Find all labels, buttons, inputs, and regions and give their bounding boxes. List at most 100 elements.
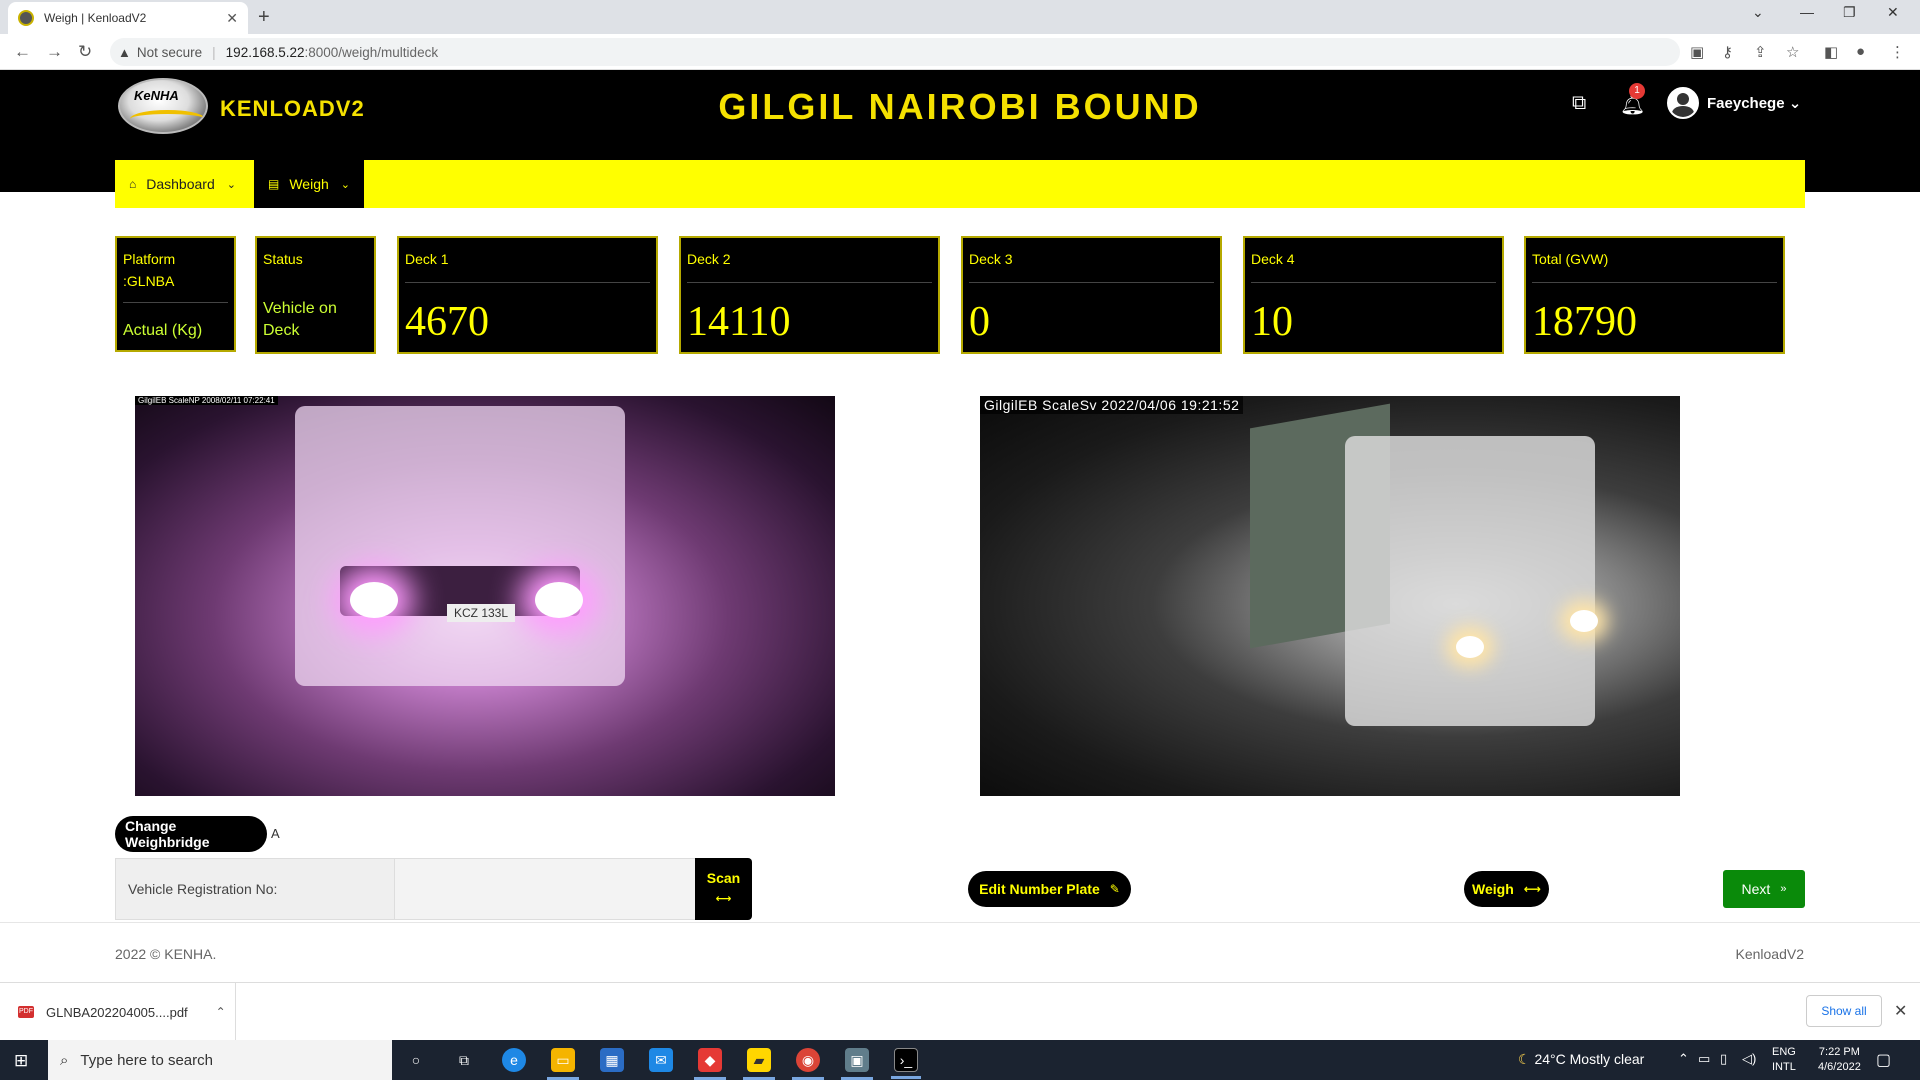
action-center-icon[interactable]: ▢: [1876, 1050, 1891, 1070]
headlight-right: [1570, 610, 1598, 632]
menu-item-weigh[interactable]: ▤ Weigh ⌄: [254, 160, 364, 208]
menu-item-dashboard[interactable]: ⌂ Dashboard ⌄: [115, 160, 250, 208]
anydesk-icon[interactable]: ◆: [694, 1048, 726, 1080]
url-path: :8000/weigh/multideck: [304, 44, 439, 60]
deck-1-value: 4670: [405, 299, 489, 345]
store-icon[interactable]: ▦: [600, 1048, 624, 1072]
deck-3-label: Deck 3: [969, 251, 1013, 267]
tab-title: Weigh | KenloadV2: [44, 11, 147, 25]
show-all-button[interactable]: Show all: [1806, 995, 1882, 1027]
cortana-icon[interactable]: ○: [404, 1048, 428, 1072]
language-indicator[interactable]: ENG INTL: [1772, 1045, 1796, 1075]
download-item[interactable]: PDF GLNBA202204005....pdf ⌃: [0, 983, 236, 1041]
close-tab-icon[interactable]: ✕: [226, 10, 238, 27]
close-download-bar-icon[interactable]: ✕: [1894, 1001, 1907, 1021]
main-menu: ⌂ Dashboard ⌄ ▤ Weigh ⌄: [115, 160, 1805, 208]
mail-icon[interactable]: ✉: [649, 1048, 673, 1072]
menu-label-weigh: Weigh: [289, 176, 329, 192]
number-plate: KCZ 133L: [447, 604, 515, 622]
tray-expand-icon[interactable]: ⌃: [1678, 1051, 1689, 1067]
scan-button[interactable]: Scan ⟷: [695, 858, 752, 920]
deck-3-box: Deck 3 0: [961, 236, 1222, 354]
user-name: Faeychege: [1707, 95, 1785, 112]
download-file-name: GLNBA202204005....pdf: [46, 1004, 188, 1020]
taskbar-clock[interactable]: 7:22 PM 4/6/2022: [1818, 1045, 1861, 1075]
status-box: Status Vehicle on Deck: [255, 236, 376, 354]
truck-cab-shape: [1345, 436, 1595, 726]
windows-start-icon[interactable]: ⊞: [14, 1051, 28, 1071]
side-camera-timestamp: GilgilEB ScaleSv 2022/04/06 19:21:52: [980, 396, 1244, 414]
status-value: Vehicle on Deck: [263, 300, 337, 339]
clock-date: 4/6/2022: [1818, 1061, 1861, 1073]
volume-icon[interactable]: ◁): [1742, 1051, 1756, 1067]
browser-menu-icon[interactable]: ⋮: [1890, 43, 1905, 61]
battery-icon[interactable]: ▯: [1720, 1051, 1727, 1067]
network-icon[interactable]: ▭: [1698, 1051, 1710, 1067]
edit-number-plate-button[interactable]: Edit Number Plate ✎: [968, 871, 1131, 907]
moon-icon: ☾: [1518, 1051, 1531, 1067]
fullscreen-icon[interactable]: ⧉: [1572, 92, 1586, 115]
registration-input[interactable]: [394, 858, 696, 920]
edge-icon[interactable]: e: [502, 1048, 526, 1072]
address-bar-row: ← → ↻ ▲ Not secure | 192.168.5.22 :8000/…: [0, 34, 1920, 70]
task-view-icon[interactable]: ⧉: [452, 1048, 476, 1072]
reload-icon[interactable]: ↻: [78, 42, 92, 62]
clock-time: 7:22 PM: [1818, 1046, 1860, 1058]
weigh-button[interactable]: Weigh ⟷: [1464, 871, 1549, 907]
key-icon[interactable]: ⚷: [1722, 43, 1733, 61]
scale-icon: ▤: [268, 177, 280, 191]
file-explorer-icon[interactable]: ▭: [547, 1048, 579, 1080]
restore-icon[interactable]: ❐: [1843, 4, 1856, 21]
avatar-head: [1677, 93, 1689, 105]
platform-box: Platform :GLNBA Actual (Kg): [115, 236, 236, 352]
search-icon: ⌕: [60, 1051, 69, 1069]
pencil-icon: ✎: [1109, 882, 1120, 896]
share-icon[interactable]: ⇪: [1754, 43, 1767, 61]
scan-label: Scan: [706, 870, 741, 886]
show-all-label: Show all: [1821, 1004, 1867, 1018]
url-separator: |: [212, 44, 216, 60]
profile-icon[interactable]: ●: [1856, 43, 1865, 60]
download-bar: PDF GLNBA202204005....pdf ⌃ Show all ✕: [0, 982, 1920, 1041]
deck-1-divider: [405, 282, 650, 283]
bookmark-star-icon[interactable]: ☆: [1786, 43, 1799, 61]
terminal-icon[interactable]: ›_: [891, 1048, 921, 1079]
deck-2-value: 14110: [687, 299, 791, 345]
platform-value: :GLNBA: [123, 273, 175, 289]
status-label: Status: [263, 251, 303, 267]
weather-widget[interactable]: ☾ 24°C Mostly clear: [1518, 1051, 1644, 1068]
headlight-left: [1456, 636, 1484, 658]
back-icon[interactable]: ←: [14, 42, 31, 62]
close-window-icon[interactable]: ✕: [1887, 4, 1899, 21]
chevron-down-icon: ⌄: [340, 178, 350, 191]
change-weighbridge-button[interactable]: Change Weighbridge: [115, 816, 267, 852]
user-menu[interactable]: Faeychege ⌄: [1707, 94, 1801, 112]
url-field[interactable]: ▲ Not secure | 192.168.5.22 :8000/weigh/…: [110, 38, 1680, 66]
footer-copyright: 2022 © KENHA.: [115, 946, 217, 962]
taskbar-search-placeholder: Type here to search: [80, 1051, 213, 1069]
chrome-icon[interactable]: ◉: [792, 1048, 824, 1080]
tab-search-icon[interactable]: ⌄: [1752, 4, 1764, 21]
registration-label: Vehicle Registration No:: [128, 881, 278, 897]
next-button[interactable]: Next »: [1723, 870, 1805, 908]
remote-desktop-icon[interactable]: ▣: [841, 1048, 873, 1080]
forward-icon[interactable]: →: [46, 42, 63, 62]
sidepanel-icon[interactable]: ◧: [1824, 43, 1838, 61]
taskbar-search-box[interactable]: ⌕ Type here to search: [48, 1040, 392, 1080]
cast-icon[interactable]: ▣: [1690, 43, 1704, 61]
sticky-notes-icon[interactable]: ▰: [743, 1048, 775, 1080]
chevron-down-icon: ⌄: [1788, 95, 1802, 112]
minimize-icon[interactable]: —: [1800, 4, 1814, 20]
avatar[interactable]: [1667, 87, 1699, 119]
scale-icon: ⟷: [1523, 882, 1541, 896]
browser-tab[interactable]: Weigh | KenloadV2 ✕: [8, 2, 248, 34]
headlight-right: [535, 582, 583, 618]
new-tab-button[interactable]: +: [258, 6, 270, 29]
chevron-up-icon[interactable]: ⌃: [216, 1005, 226, 1019]
pdf-file-icon: PDF: [18, 1006, 34, 1018]
deck-3-value: 0: [969, 299, 990, 345]
total-gvw-divider: [1532, 282, 1777, 283]
deck-2-label: Deck 2: [687, 251, 731, 267]
language-line-1: ENG: [1772, 1046, 1796, 1058]
footer-divider: [0, 922, 1920, 923]
